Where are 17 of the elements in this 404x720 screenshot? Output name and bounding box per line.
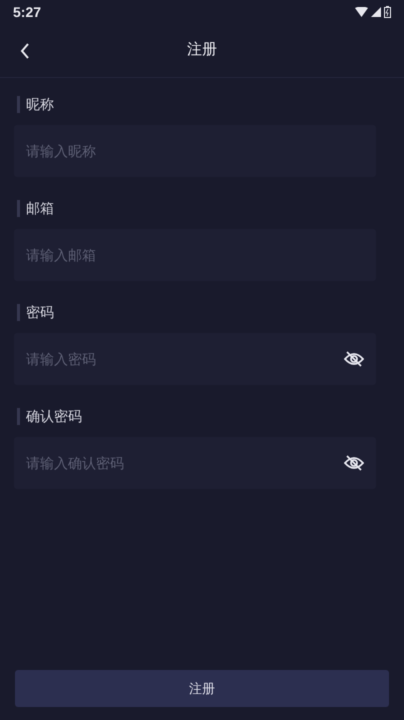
field-label: 确认密码 [26,406,82,426]
wifi-icon [355,7,368,17]
back-icon [20,42,30,60]
input-field[interactable]: 请输入密码 [14,333,376,385]
battery-icon [384,6,391,18]
field-label: 昵称 [26,94,54,114]
status-time: 5:27 [13,2,42,22]
field-label: 密码 [26,302,54,322]
field-label: 邮箱 [26,198,54,218]
input-field[interactable]: 请输入邮箱 [14,229,376,281]
input-field[interactable]: 请输入确认密码 [14,437,376,489]
signal-icon [371,7,381,17]
eye-slash-icon[interactable] [344,455,364,471]
eye-slash-icon[interactable] [344,351,364,367]
input-field[interactable]: 请输入昵称 [14,125,376,177]
page-title: 注册 [187,40,217,60]
register-button[interactable]: 注册 [15,670,389,707]
